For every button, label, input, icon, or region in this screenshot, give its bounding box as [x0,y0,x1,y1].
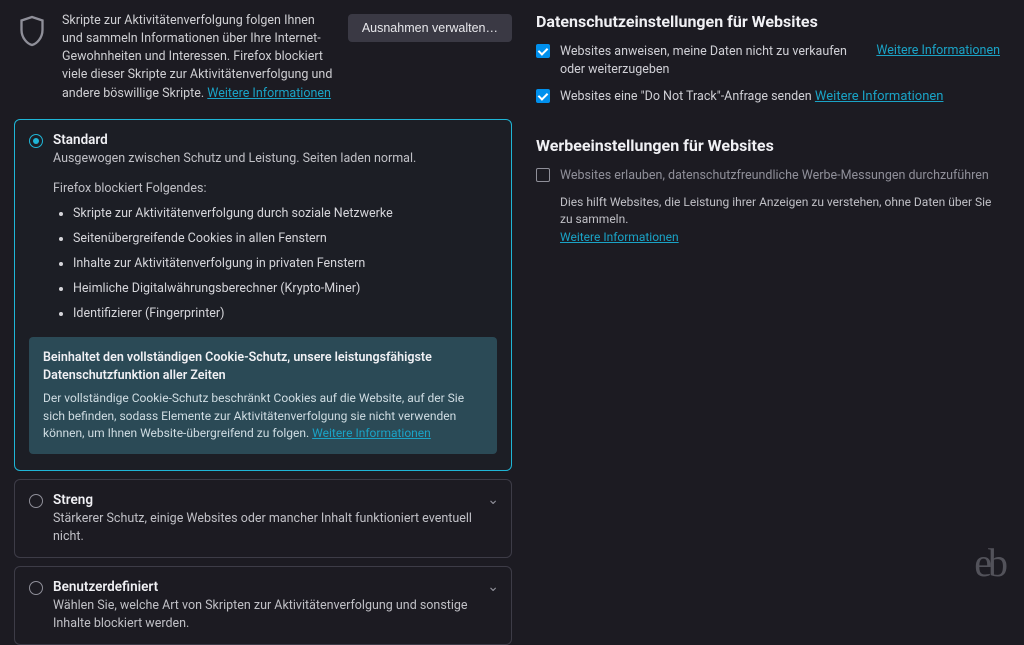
do-not-sell-checkbox[interactable] [536,44,550,58]
infobox-title: Beinhaltet den vollständigen Cookie-Schu… [43,349,483,384]
protection-level-standard[interactable]: Standard Ausgewogen zwischen Schutz und … [14,119,512,472]
watermark: eb [974,539,1004,586]
ad-measurement-checkbox[interactable] [536,168,550,182]
protection-level-strict[interactable]: ⌄ Streng Stärkerer Schutz, einige Websit… [14,479,512,558]
chevron-down-icon: ⌄ [487,579,499,595]
ad-measurement-row: Websites erlauben, datenschutzfreundlich… [536,167,1000,185]
custom-subtitle: Wählen Sie, welche Art von Skripten zur … [53,597,497,632]
standard-block-list: Skripte zur Aktivitätenverfolgung durch … [73,206,497,321]
do-not-sell-row: Websites anweisen, meine Daten nicht zu … [536,43,1000,78]
list-item: Skripte zur Aktivitätenverfolgung durch … [73,206,497,221]
infobox-text: Der vollständige Cookie-Schutz beschränk… [43,390,483,442]
custom-title: Benutzerdefiniert [53,579,497,595]
strict-title: Streng [53,492,497,508]
strict-subtitle: Stärkerer Schutz, einige Websites oder m… [53,510,497,545]
chevron-down-icon: ⌄ [487,492,499,508]
do-not-sell-learn-more-link[interactable]: Weitere Informationen [876,43,1000,58]
radio-custom[interactable] [29,581,43,595]
cookie-protection-infobox: Beinhaltet den vollständigen Cookie-Schu… [29,337,497,454]
dnt-learn-more-link[interactable]: Weitere Informationen [815,89,944,104]
ad-measurement-learn-more-link[interactable]: Weitere Informationen [560,230,679,244]
do-not-sell-label: Websites anweisen, meine Daten nicht zu … [560,44,847,77]
list-item: Heimliche Digitalwährungsberechner (Kryp… [73,281,497,296]
standard-blocks-label: Firefox blockiert Folgendes: [53,181,497,196]
list-item: Inhalte zur Aktivitätenverfolgung in pri… [73,256,497,271]
tracking-intro: Skripte zur Aktivitätenverfolgung folgen… [14,12,512,103]
privacy-section-heading: Datenschutzeinstellungen für Websites [536,12,1000,31]
ad-measurement-desc: Dies hilft Websites, die Leistung ihrer … [560,194,1000,246]
radio-strict[interactable] [29,494,43,508]
manage-exceptions-button[interactable]: Ausnahmen verwalten… [348,14,512,42]
ads-section-heading: Werbeeinstellungen für Websites [536,136,1000,155]
standard-subtitle: Ausgewogen zwischen Schutz und Leistung.… [53,150,416,168]
radio-standard[interactable] [29,134,43,148]
list-item: Seitenübergreifende Cookies in allen Fen… [73,231,497,246]
list-item: Identifizierer (Fingerprinter) [73,306,497,321]
dnt-label: Websites eine "Do Not Track"-Anfrage sen… [560,89,812,104]
infobox-learn-more-link[interactable]: Weitere Informationen [312,426,431,440]
ad-measurement-label: Websites erlauben, datenschutzfreundlich… [560,168,989,183]
protection-level-custom[interactable]: ⌄ Benutzerdefiniert Wählen Sie, welche A… [14,566,512,645]
dnt-row: Websites eine "Do Not Track"-Anfrage sen… [536,88,1000,106]
tracking-intro-text: Skripte zur Aktivitätenverfolgung folgen… [62,12,336,103]
shield-icon [14,12,50,52]
dnt-checkbox[interactable] [536,89,550,103]
standard-title: Standard [53,132,416,148]
tracking-intro-learn-more-link[interactable]: Weitere Informationen [207,86,331,101]
